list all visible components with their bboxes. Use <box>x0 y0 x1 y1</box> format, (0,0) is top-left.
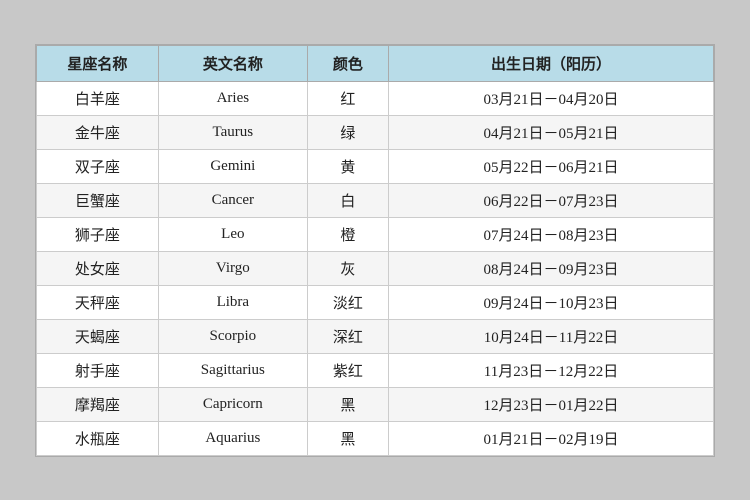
table-row: 摩羯座Capricorn黑12月23日－01月22日 <box>37 387 714 421</box>
cell-english: Sagittarius <box>158 353 307 387</box>
table-header-row: 星座名称 英文名称 颜色 出生日期（阳历） <box>37 45 714 81</box>
cell-chinese: 处女座 <box>37 251 159 285</box>
table-row: 处女座Virgo灰08月24日－09月23日 <box>37 251 714 285</box>
cell-color: 灰 <box>307 251 388 285</box>
col-header-color: 颜色 <box>307 45 388 81</box>
cell-english: Cancer <box>158 183 307 217</box>
zodiac-table: 星座名称 英文名称 颜色 出生日期（阳历） 白羊座Aries红03月21日－04… <box>36 45 714 456</box>
cell-color: 红 <box>307 81 388 115</box>
cell-english: Gemini <box>158 149 307 183</box>
table-row: 天秤座Libra淡红09月24日－10月23日 <box>37 285 714 319</box>
cell-chinese: 白羊座 <box>37 81 159 115</box>
cell-dates: 12月23日－01月22日 <box>389 387 714 421</box>
cell-chinese: 巨蟹座 <box>37 183 159 217</box>
cell-dates: 01月21日－02月19日 <box>389 421 714 455</box>
table-row: 狮子座Leo橙07月24日－08月23日 <box>37 217 714 251</box>
cell-chinese: 双子座 <box>37 149 159 183</box>
cell-english: Taurus <box>158 115 307 149</box>
cell-chinese: 水瓶座 <box>37 421 159 455</box>
cell-dates: 08月24日－09月23日 <box>389 251 714 285</box>
cell-english: Libra <box>158 285 307 319</box>
cell-english: Aries <box>158 81 307 115</box>
cell-color: 黑 <box>307 421 388 455</box>
cell-chinese: 金牛座 <box>37 115 159 149</box>
cell-dates: 09月24日－10月23日 <box>389 285 714 319</box>
cell-color: 紫红 <box>307 353 388 387</box>
cell-color: 绿 <box>307 115 388 149</box>
cell-color: 深红 <box>307 319 388 353</box>
cell-english: Leo <box>158 217 307 251</box>
col-header-chinese: 星座名称 <box>37 45 159 81</box>
cell-english: Aquarius <box>158 421 307 455</box>
cell-chinese: 射手座 <box>37 353 159 387</box>
cell-dates: 07月24日－08月23日 <box>389 217 714 251</box>
zodiac-table-wrapper: 星座名称 英文名称 颜色 出生日期（阳历） 白羊座Aries红03月21日－04… <box>35 44 715 457</box>
cell-color: 淡红 <box>307 285 388 319</box>
cell-chinese: 天蝎座 <box>37 319 159 353</box>
cell-color: 白 <box>307 183 388 217</box>
cell-dates: 03月21日－04月20日 <box>389 81 714 115</box>
table-row: 双子座Gemini黄05月22日－06月21日 <box>37 149 714 183</box>
cell-color: 橙 <box>307 217 388 251</box>
cell-chinese: 摩羯座 <box>37 387 159 421</box>
cell-english: Scorpio <box>158 319 307 353</box>
cell-dates: 11月23日－12月22日 <box>389 353 714 387</box>
table-row: 巨蟹座Cancer白06月22日－07月23日 <box>37 183 714 217</box>
table-row: 射手座Sagittarius紫红11月23日－12月22日 <box>37 353 714 387</box>
cell-chinese: 天秤座 <box>37 285 159 319</box>
table-row: 天蝎座Scorpio深红10月24日－11月22日 <box>37 319 714 353</box>
table-row: 水瓶座Aquarius黑01月21日－02月19日 <box>37 421 714 455</box>
cell-english: Capricorn <box>158 387 307 421</box>
cell-color: 黄 <box>307 149 388 183</box>
cell-dates: 05月22日－06月21日 <box>389 149 714 183</box>
col-header-dates: 出生日期（阳历） <box>389 45 714 81</box>
cell-chinese: 狮子座 <box>37 217 159 251</box>
table-row: 金牛座Taurus绿04月21日－05月21日 <box>37 115 714 149</box>
cell-english: Virgo <box>158 251 307 285</box>
cell-dates: 06月22日－07月23日 <box>389 183 714 217</box>
col-header-english: 英文名称 <box>158 45 307 81</box>
cell-dates: 04月21日－05月21日 <box>389 115 714 149</box>
cell-color: 黑 <box>307 387 388 421</box>
cell-dates: 10月24日－11月22日 <box>389 319 714 353</box>
table-row: 白羊座Aries红03月21日－04月20日 <box>37 81 714 115</box>
